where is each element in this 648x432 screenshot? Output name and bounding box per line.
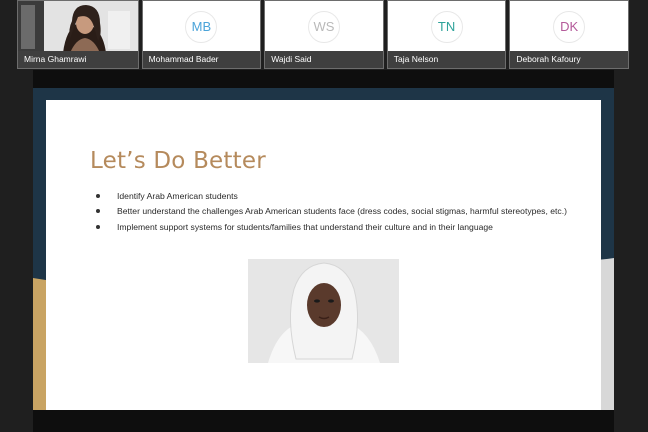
participant-tile-taja[interactable]: TN Taja Nelson: [386, 0, 507, 69]
slide-photo: [248, 259, 399, 363]
bullet-dot-icon: [96, 209, 100, 214]
participant-name: Mirna Ghamrawi: [18, 51, 138, 68]
participant-strip: Mirna Ghamrawi MB Mohammad Bader WS Wajd…: [17, 0, 629, 69]
bullet-text: Implement support systems for students/f…: [117, 221, 493, 232]
screen-share-area: Let’s Do Better Identify Arab American s…: [33, 70, 614, 432]
participant-tile-mirna[interactable]: Mirna Ghamrawi: [17, 0, 139, 69]
participant-name: Wajdi Said: [265, 51, 383, 68]
bullet-text: Better understand the challenges Arab Am…: [117, 206, 567, 217]
bullet-text: Identify Arab American students: [117, 191, 238, 201]
bullet-dot-icon: [96, 224, 100, 229]
bullet-dot-icon: [96, 194, 100, 198]
slide-title: Let’s Do Better: [90, 148, 266, 174]
avatar: TN: [430, 11, 463, 43]
presentation-slide: Let’s Do Better Identify Arab American s…: [33, 88, 614, 410]
slide-content-card: Let’s Do Better Identify Arab American s…: [46, 100, 601, 410]
avatar: WS: [307, 11, 340, 43]
participant-name: Deborah Kafoury: [510, 51, 628, 68]
participant-tile-wajdi[interactable]: WS Wajdi Said: [264, 0, 384, 69]
participant-video: [18, 1, 138, 53]
participant-tile-mohammad[interactable]: MB Mohammad Bader: [141, 0, 262, 69]
bullet-item: Implement support systems for students/f…: [96, 220, 586, 234]
participant-tile-deborah[interactable]: DK Deborah Kafoury: [509, 0, 629, 69]
slide-bullet-list: Identify Arab American students Better u…: [96, 189, 586, 235]
bullet-item: Better understand the challenges Arab Am…: [96, 204, 586, 218]
avatar: DK: [553, 11, 586, 43]
avatar: MB: [185, 11, 218, 43]
participant-name: Mohammad Bader: [142, 51, 261, 68]
participant-name: Taja Nelson: [387, 51, 506, 68]
bullet-item: Identify Arab American students: [96, 189, 586, 203]
